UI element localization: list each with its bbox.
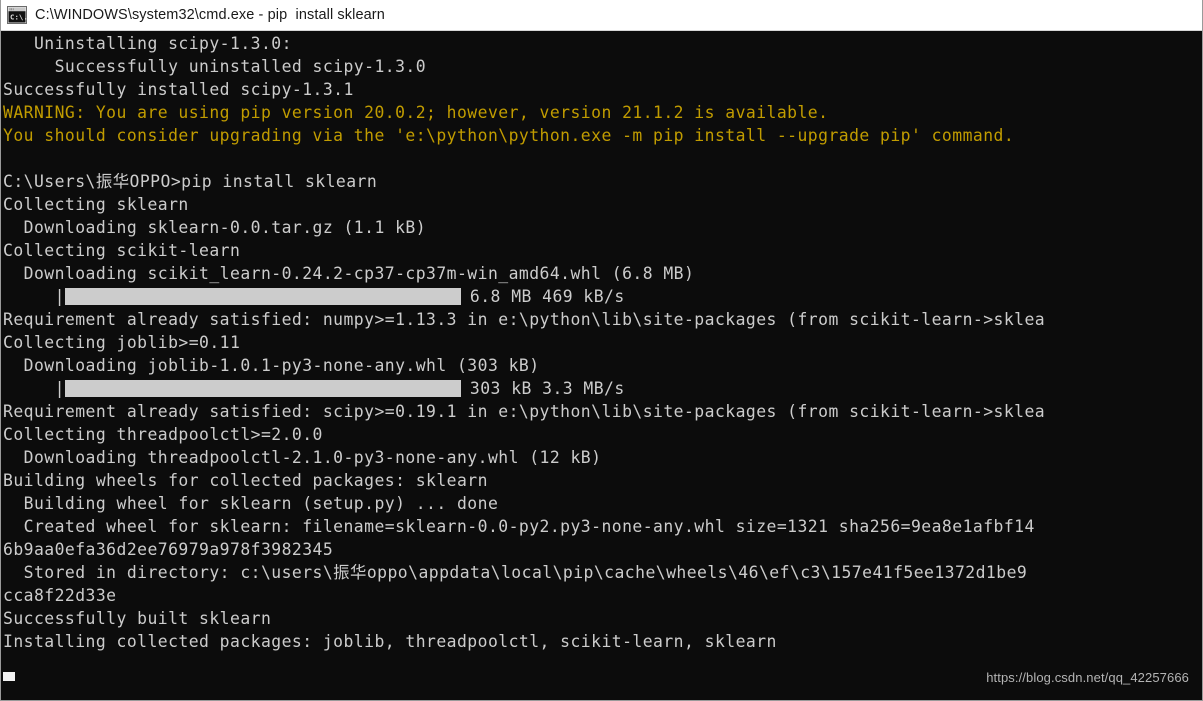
console-line: Collecting scikit-learn	[3, 241, 241, 260]
progress-bar-status: 6.8 MB 469 kB/s	[469, 287, 625, 306]
cmd-window: C:\. C:\WINDOWS\system32\cmd.exe - pip i…	[0, 0, 1203, 701]
cmd-console-icon: C:\.	[7, 6, 28, 24]
console-line: Collecting sklearn	[3, 195, 189, 214]
console-line: You should consider upgrading via the 'e…	[3, 126, 1015, 145]
console-cursor	[3, 672, 15, 681]
window-title: C:\WINDOWS\system32\cmd.exe - pip instal…	[35, 7, 385, 23]
console-line: 6b9aa0efa36d2ee76979a978f3982345	[3, 540, 334, 559]
console-line: Installing collected packages: joblib, t…	[3, 632, 777, 651]
console-line: cca8f22d33e	[3, 586, 117, 605]
console-output-area[interactable]: Uninstalling scipy-1.3.0: Successfully u…	[1, 31, 1202, 700]
console-line-list: Uninstalling scipy-1.3.0: Successfully u…	[2, 32, 1202, 700]
console-line: Downloading scikit_learn-0.24.2-cp37-cp3…	[3, 264, 695, 283]
console-line: Downloading joblib-1.0.1-py3-none-any.wh…	[3, 356, 540, 375]
window-titlebar[interactable]: C:\. C:\WINDOWS\system32\cmd.exe - pip i…	[1, 0, 1202, 31]
console-line: Successfully uninstalled scipy-1.3.0	[3, 57, 427, 76]
console-line: Building wheels for collected packages: …	[3, 471, 488, 490]
console-line: Stored in directory: c:\users\振华oppo\app…	[3, 563, 1028, 582]
console-line: | 303 kB 3.3 MB/s	[2, 377, 1202, 400]
progress-bar-fill	[64, 380, 461, 397]
console-line: Downloading sklearn-0.0.tar.gz (1.1 kB)	[3, 218, 427, 237]
progress-bar-bracket: |	[54, 379, 65, 398]
console-line: Created wheel for sklearn: filename=skle…	[3, 517, 1035, 536]
progress-bar-fill	[64, 288, 461, 305]
watermark-url: https://blog.csdn.net/qq_42257666	[986, 670, 1189, 685]
progress-indent	[3, 377, 55, 400]
progress-indent	[3, 285, 55, 308]
console-line: Downloading threadpoolctl-2.1.0-py3-none…	[3, 448, 602, 467]
console-line: WARNING: You are using pip version 20.0.…	[3, 103, 829, 122]
console-line: | 6.8 MB 469 kB/s	[2, 285, 1202, 308]
console-line: Successfully built sklearn	[3, 609, 272, 628]
console-line: Requirement already satisfied: scipy>=0.…	[3, 402, 1046, 421]
progress-bar-bracket: |	[54, 287, 65, 306]
console-line: Collecting joblib>=0.11	[3, 333, 241, 352]
console-line: Successfully installed scipy-1.3.1	[3, 80, 354, 99]
console-line: Requirement already satisfied: numpy>=1.…	[3, 310, 1046, 329]
console-line: C:\Users\振华OPPO>pip install sklearn	[3, 172, 378, 191]
svg-text:C:\.: C:\.	[10, 13, 27, 22]
console-line: Uninstalling scipy-1.3.0:	[3, 34, 292, 53]
console-line: Building wheel for sklearn (setup.py) ..…	[3, 494, 499, 513]
console-line: Collecting threadpoolctl>=2.0.0	[3, 425, 323, 444]
progress-bar-status: 303 kB 3.3 MB/s	[469, 379, 625, 398]
